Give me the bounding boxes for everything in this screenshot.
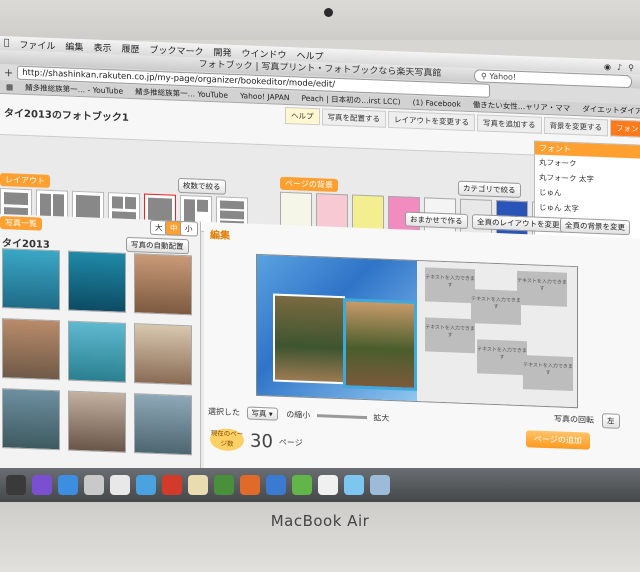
photo-thumb[interactable] [134, 323, 192, 386]
selection-value: 写真 [251, 408, 267, 419]
text-box[interactable]: テキストを入力できます [523, 355, 573, 392]
menu-history[interactable]: 履歴 [121, 41, 139, 55]
tab-change-layout[interactable]: レイアウトを変更する [388, 110, 475, 132]
apple-icon[interactable]:  [4, 38, 9, 48]
menu-file[interactable]: ファイル [19, 37, 55, 51]
photo-frame[interactable] [273, 293, 345, 385]
mail-icon[interactable] [84, 475, 104, 495]
photo-thumb[interactable] [2, 388, 60, 451]
background-label: ページの背景 [280, 176, 338, 192]
app-icon[interactable] [266, 475, 286, 495]
photo-thumb[interactable] [134, 393, 192, 456]
camera-icon [324, 8, 333, 17]
mac-dock [0, 468, 640, 502]
text-box[interactable]: テキストを入力できます [517, 270, 567, 307]
menu-edit[interactable]: 編集 [65, 39, 83, 53]
photo-frame-selected[interactable] [343, 298, 417, 392]
finder-icon[interactable] [6, 475, 26, 495]
bookmark-item[interactable]: 鯖多推総族第一… YouTube [135, 86, 228, 101]
photo-thumb[interactable] [2, 248, 60, 311]
laptop-top-bezel [0, 0, 640, 40]
background-thumb[interactable] [316, 193, 348, 231]
photo-grid [0, 248, 192, 456]
zoom-out-label: の縮小 [286, 409, 311, 420]
selection-toolbar: 選択した 写真 ▾ の縮小 拡大 [208, 406, 389, 424]
tab-place-photos[interactable]: 写真を配置する [321, 108, 386, 128]
page-count-unit: ページ [278, 437, 303, 448]
zoom-in-label: 拡大 [373, 413, 390, 423]
wifi-icon[interactable]: ◉ [604, 62, 611, 71]
background-filter-select[interactable]: カテゴリで絞る [458, 180, 521, 198]
edit-label: 編集 [210, 230, 230, 242]
selected-label: 選択した [208, 406, 240, 418]
background-thumb[interactable] [280, 191, 312, 229]
bookmark-item[interactable]: Yahoo! JAPAN [240, 91, 289, 102]
rotate-label: 写真の回転 [554, 414, 594, 425]
edit-area: 編集 テキストを入力できます テキストを入力できます テキストを入力できます テ… [204, 221, 640, 497]
page-spread: テキストを入力できます テキストを入力できます テキストを入力できます テキスト… [256, 253, 578, 409]
menu-develop[interactable]: 開発 [213, 45, 231, 59]
tab-change-font[interactable]: フォント名を変更 [610, 119, 640, 140]
selection-select[interactable]: 写真 ▾ [246, 406, 278, 421]
photo-thumb[interactable] [2, 318, 60, 381]
zoom-slider[interactable] [316, 414, 367, 420]
tab-add-photos[interactable]: 写真を追加する [477, 114, 542, 134]
app-icon[interactable] [292, 475, 312, 495]
launchpad-icon[interactable] [32, 475, 52, 495]
left-page[interactable] [257, 254, 417, 402]
search-value: Yahoo! [489, 71, 517, 82]
volume-icon[interactable]: ♪ [617, 62, 622, 71]
photo-list-label: 写真一覧 [0, 216, 42, 231]
folder-icon[interactable] [344, 475, 364, 495]
background-thumb[interactable] [352, 194, 384, 232]
right-page[interactable]: テキストを入力できます テキストを入力できます テキストを入力できます テキスト… [417, 261, 577, 408]
spotlight-icon[interactable]: ⚲ [628, 63, 634, 72]
photo-list-panel: 写真一覧 大 中 小 タイ2013 写真の自動配置 [0, 214, 201, 480]
change-all-backgrounds-button[interactable]: 全頁の背景を変更 [560, 217, 630, 236]
menu-help[interactable]: ヘルプ [297, 48, 324, 62]
text-box[interactable]: テキストを入力できます [425, 317, 475, 354]
tab-help[interactable]: ヘルプ [285, 106, 320, 126]
laptop-screen:  ファイル 編集 表示 履歴 ブックマーク 開発 ウインドウ ヘルプ ◉♪⚲ … [0, 36, 640, 497]
preview-icon[interactable] [188, 475, 208, 495]
menu-view[interactable]: 表示 [93, 40, 111, 54]
text-box[interactable]: テキストを入力できます [471, 289, 521, 326]
app-icon[interactable] [214, 475, 234, 495]
trash-icon[interactable] [370, 475, 390, 495]
bookmarks-grid-icon[interactable]: ▦ [6, 82, 13, 91]
app-icon[interactable] [318, 475, 338, 495]
auto-create-button[interactable]: おまかせで作る [405, 211, 468, 229]
photo-thumb[interactable] [68, 250, 126, 313]
safari-icon[interactable] [58, 475, 78, 495]
itunes-icon[interactable] [136, 475, 156, 495]
photo-app-icon[interactable] [162, 475, 182, 495]
photo-thumb[interactable] [134, 253, 192, 316]
photo-thumb[interactable] [68, 320, 126, 383]
menu-bookmarks[interactable]: ブックマーク [149, 42, 203, 57]
photo-thumb[interactable] [68, 390, 126, 453]
app-icon[interactable] [240, 475, 260, 495]
book-title: タイ2013のフォトブック1 [4, 108, 129, 124]
font-item[interactable]: じゅん 太字 [535, 200, 640, 219]
layout-label: レイアウト [0, 173, 50, 188]
layout-filter-select[interactable]: 枚数で絞る [178, 177, 226, 195]
page-count-caption: 現在のページ数 [210, 428, 244, 452]
bookmark-item[interactable]: 鯖多推総族第一… - YouTube [25, 82, 123, 97]
laptop-brand-label: MacBook Air [270, 512, 370, 530]
page-count-value: 30 [250, 430, 273, 452]
calendar-icon[interactable] [110, 475, 130, 495]
text-box[interactable]: テキストを入力できます [477, 339, 527, 376]
auto-place-button[interactable]: 写真の自動配置 [126, 236, 189, 255]
add-icon[interactable]: + [4, 66, 13, 79]
bookmark-item[interactable]: (1) Facebook [413, 98, 461, 109]
tab-change-background[interactable]: 背景を変更する [543, 116, 608, 137]
page-count: 現在のページ数 30 ページ [210, 428, 303, 454]
add-page-button[interactable]: ページの追加 [526, 430, 590, 450]
rotate-left-button[interactable]: 左 [602, 413, 620, 429]
text-box[interactable]: テキストを入力できます [425, 267, 475, 304]
menu-window[interactable]: ウインドウ [242, 46, 287, 61]
size-small-button[interactable]: 小 [180, 220, 198, 237]
bookmark-item[interactable]: 働きたい女性…ャリア・ママ [473, 99, 571, 114]
